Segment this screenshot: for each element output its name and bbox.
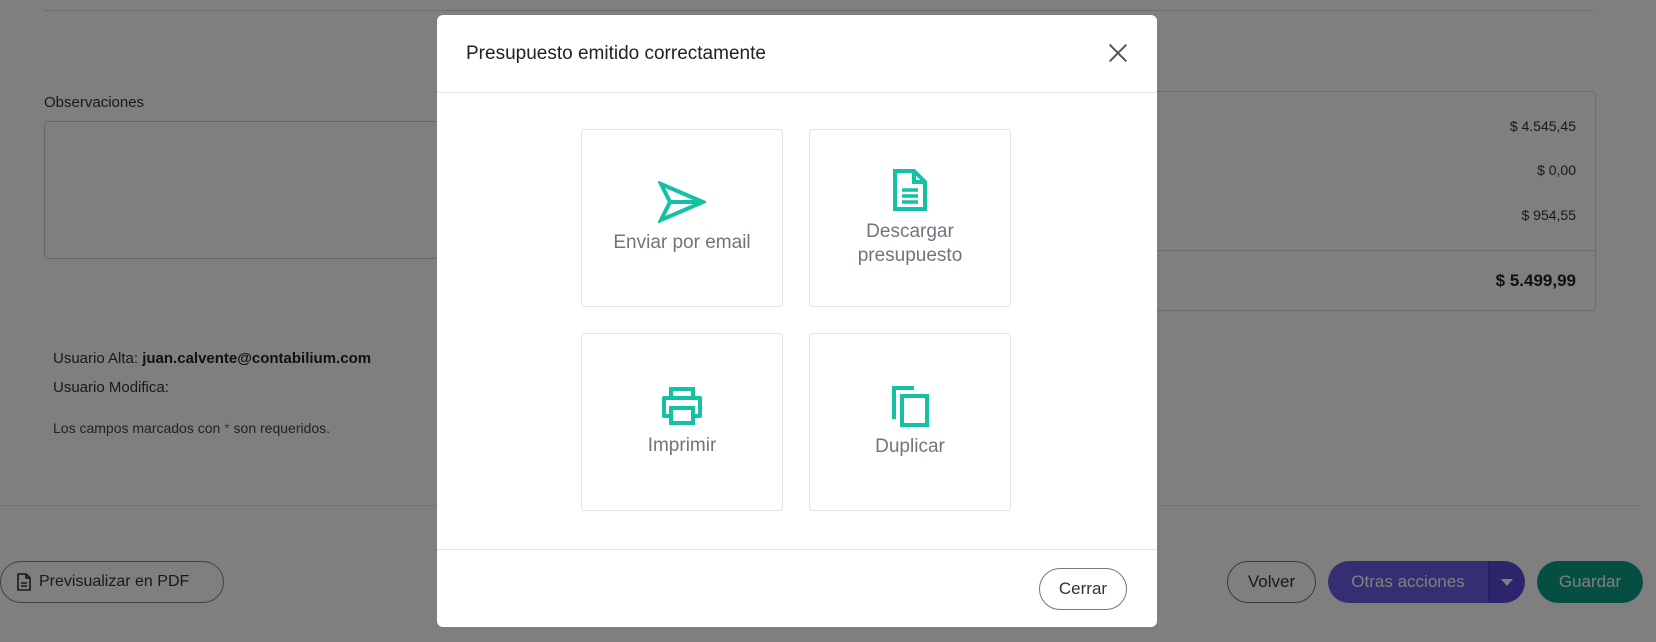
send-icon — [658, 181, 706, 223]
download-quote-label: Descargar presupuesto — [857, 221, 963, 266]
close-icon[interactable] — [1105, 40, 1131, 66]
send-email-action[interactable]: Enviar por email — [581, 129, 783, 307]
copy-icon — [892, 386, 929, 427]
duplicate-action[interactable]: Duplicar — [809, 333, 1011, 511]
duplicate-label: Duplicar — [875, 436, 945, 457]
modal-footer-divider — [437, 549, 1157, 550]
print-action[interactable]: Imprimir — [581, 333, 783, 511]
modal-title: Presupuesto emitido correctamente — [466, 43, 766, 64]
modal-header: Presupuesto emitido correctamente — [437, 15, 1157, 93]
close-button[interactable]: Cerrar — [1039, 568, 1127, 610]
page: Observaciones $ 4.545,45 $ 0,00 $ 954,55… — [0, 0, 1656, 642]
download-quote-action[interactable]: Descargar presupuesto — [809, 129, 1011, 307]
success-modal: Presupuesto emitido correctamente Enviar… — [437, 15, 1157, 627]
print-label: Imprimir — [647, 435, 717, 456]
document-icon — [893, 169, 927, 211]
send-email-label: Enviar por email — [613, 232, 751, 253]
printer-icon — [662, 387, 702, 425]
